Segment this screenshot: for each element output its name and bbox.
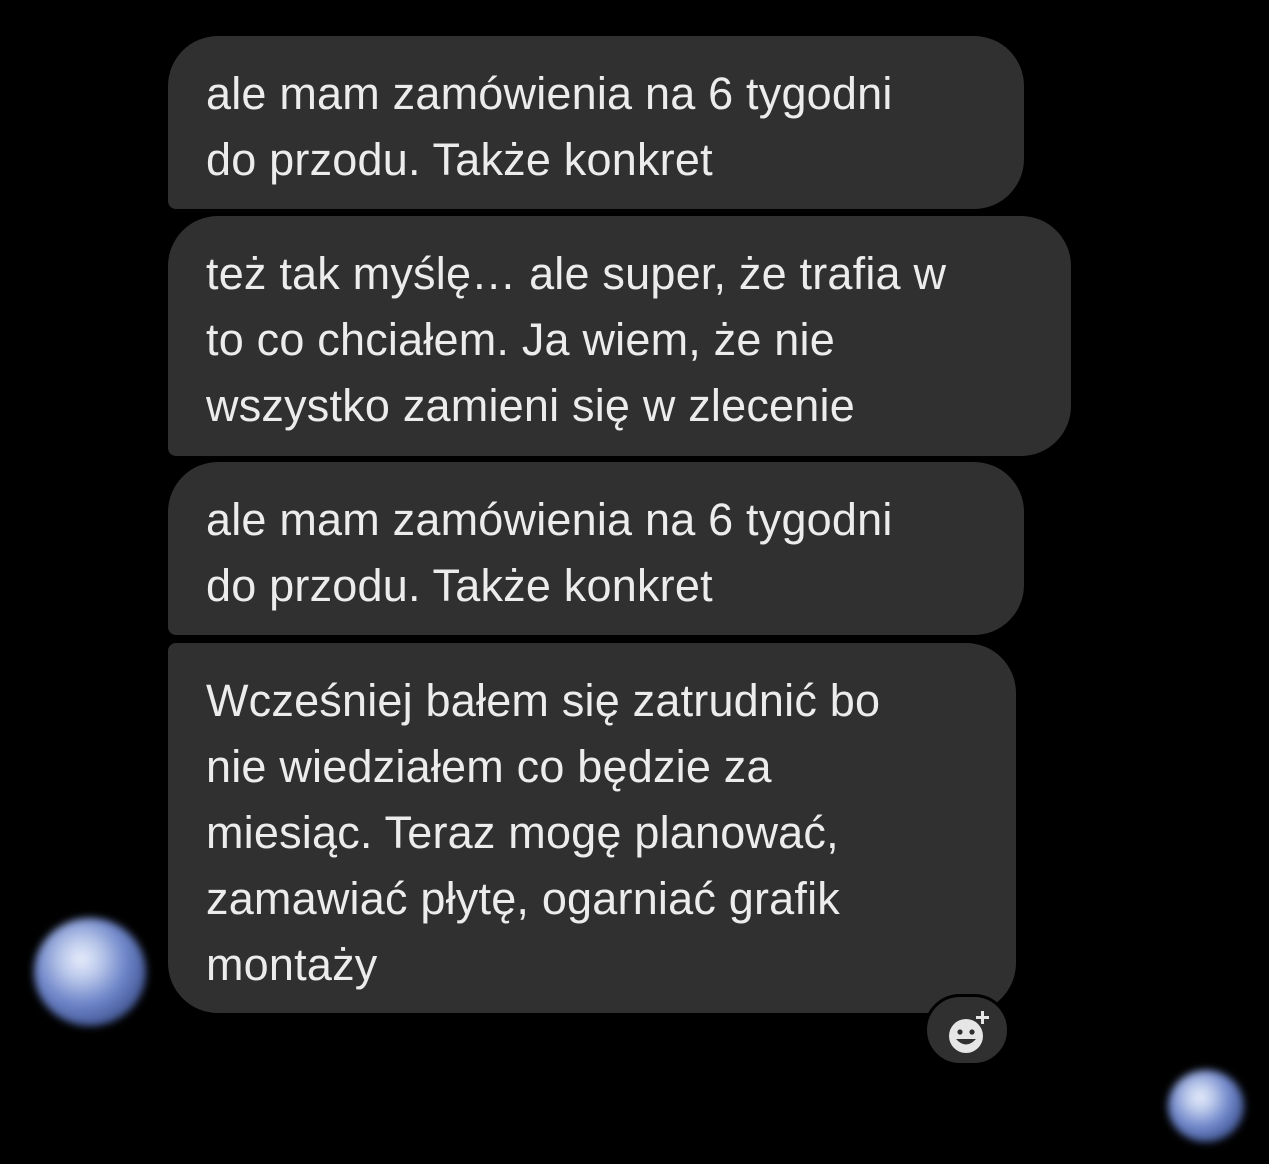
message-bubble[interactable]: ale mam zamówienia na 6 tygodni do przod…	[168, 462, 1024, 635]
message-bubble[interactable]: Wcześniej bałem się zatrudnić bo nie wie…	[168, 643, 1016, 1013]
message-thread: ale mam zamówienia na 6 tygodni do przod…	[0, 0, 1269, 1164]
sender-avatar[interactable]	[34, 918, 146, 1026]
add-reaction-button[interactable]	[924, 994, 1010, 1066]
message-bubble[interactable]: ale mam zamówienia na 6 tygodni do przod…	[168, 36, 1024, 209]
add-reaction-icon	[949, 1011, 989, 1053]
read-receipt-avatar	[1168, 1070, 1244, 1142]
message-bubble[interactable]: też tak myślę… ale super, że trafia w to…	[168, 216, 1071, 456]
